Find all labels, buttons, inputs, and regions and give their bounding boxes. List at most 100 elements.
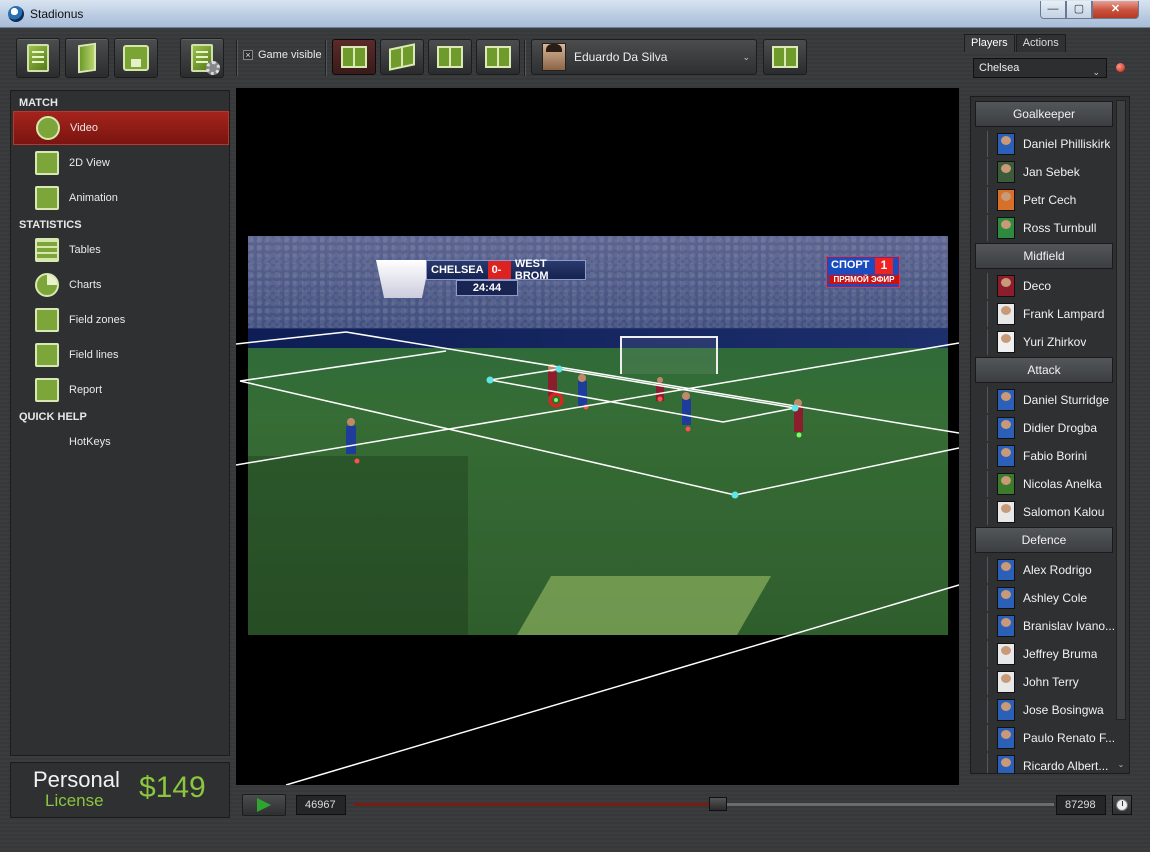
nav-item-report[interactable]: Report	[13, 373, 229, 407]
new-project-button[interactable]	[16, 38, 60, 78]
selected-player-name: Eduardo Da Silva	[574, 50, 668, 64]
start-frame[interactable]: 46967	[296, 795, 346, 815]
player-row[interactable]: Deco	[987, 273, 1115, 299]
end-frame[interactable]: 87298	[1056, 795, 1106, 815]
roster-scrollbar[interactable]	[1116, 100, 1126, 720]
player-row[interactable]: Jose Bosingwa	[987, 697, 1115, 723]
player-row[interactable]: John Terry	[987, 669, 1115, 695]
nav-item-field-lines[interactable]: Field lines	[13, 338, 229, 372]
player-row[interactable]: Daniel Sturridge	[987, 387, 1115, 413]
field-points-tool-button[interactable]	[332, 39, 376, 75]
minimize-button[interactable]: —	[1040, 1, 1066, 19]
player-name: Daniel Sturridge	[1023, 393, 1110, 407]
nav-item-tables[interactable]: Tables	[13, 233, 229, 267]
nav-item-2d-view[interactable]: 2D View	[13, 146, 229, 180]
close-button[interactable]: ✕	[1092, 1, 1139, 19]
player-avatar	[997, 559, 1015, 581]
player-row[interactable]: Daniel Philliskirk	[987, 131, 1115, 157]
video-viewport[interactable]: CHELSEA 0-1 WEST BROM 24:44 СПОРТ 1 ПРЯМ…	[236, 88, 959, 785]
nav-item-video[interactable]: Video	[13, 111, 229, 145]
player-avatar	[542, 43, 566, 71]
scroll-down-icon[interactable]: ⌄	[1116, 760, 1126, 772]
field-rotate-tool-button[interactable]	[380, 39, 424, 75]
nav-item-label: Field zones	[69, 314, 126, 326]
record-indicator-icon[interactable]	[1116, 63, 1125, 72]
toolbar-separator	[325, 40, 326, 76]
field-resize-tool-button[interactable]	[428, 39, 472, 75]
group-header-goalkeeper[interactable]: Goalkeeper	[975, 101, 1113, 127]
nav-item-label: Video	[70, 122, 98, 134]
table-icon	[35, 238, 59, 262]
player-name: Jeffrey Bruma	[1023, 647, 1098, 661]
toolbar-separator	[236, 40, 237, 76]
nav-item-label: Tables	[69, 244, 101, 256]
player-row[interactable]: Didier Drogba	[987, 415, 1115, 441]
player-row[interactable]: Branislav Ivano...	[987, 613, 1115, 639]
right-tabs: Players Actions	[964, 34, 1067, 52]
player-avatar	[997, 699, 1015, 721]
nav-item-field-zones[interactable]: Field zones	[13, 303, 229, 337]
group-header-midfield[interactable]: Midfield	[975, 243, 1113, 269]
player-row[interactable]: Frank Lampard	[987, 301, 1115, 327]
player-avatar	[997, 217, 1015, 239]
player-row[interactable]: Petr Cech	[987, 187, 1115, 213]
save-disk-icon	[123, 45, 149, 71]
player-select-dropdown[interactable]: Eduardo Da Silva ⌄	[531, 39, 757, 75]
nav-section-match: MATCH	[19, 97, 58, 109]
group-header-attack[interactable]: Attack	[975, 357, 1113, 383]
player-row[interactable]: Paulo Renato F...	[987, 725, 1115, 751]
player-avatar	[997, 189, 1015, 211]
player-move-tool-button[interactable]	[476, 39, 520, 75]
nav-item-label: HotKeys	[69, 436, 111, 448]
player-avatar	[997, 303, 1015, 325]
calibration-handle[interactable]	[555, 365, 563, 373]
game-visible-checkbox[interactable]: ×	[243, 50, 253, 60]
play-button[interactable]	[242, 794, 286, 816]
open-project-button[interactable]	[65, 38, 109, 78]
field-line	[734, 447, 959, 496]
player-row[interactable]: Ricardo Albert...	[987, 753, 1115, 773]
chevron-down-icon: ⌄	[742, 52, 750, 62]
player-row[interactable]: Jan Sebek	[987, 159, 1115, 185]
player-row[interactable]: Yuri Zhirkov	[987, 329, 1115, 355]
tab-actions[interactable]: Actions	[1015, 34, 1066, 52]
timeline-track[interactable]	[354, 797, 1054, 811]
player-name: Nicolas Anelka	[1023, 477, 1102, 491]
field-overlay[interactable]	[236, 88, 959, 785]
calibration-handle[interactable]	[731, 491, 739, 499]
calibration-handle[interactable]	[486, 376, 494, 384]
player-name: Paulo Renato F...	[1023, 731, 1115, 745]
player-avatar	[997, 501, 1015, 523]
player-avatar	[997, 755, 1015, 773]
player-row[interactable]: Ashley Cole	[987, 585, 1115, 611]
left-navigation: MATCH Video 2D View Animation STATISTICS…	[10, 90, 230, 756]
timeline-scrubber[interactable]	[709, 797, 727, 811]
group-header-defence[interactable]: Defence	[975, 527, 1113, 553]
player-row[interactable]: Salomon Kalou	[987, 499, 1115, 525]
toolbar-separator	[524, 40, 525, 76]
project-settings-button[interactable]	[180, 38, 224, 78]
player-row[interactable]: Jeffrey Bruma	[987, 641, 1115, 667]
player-row[interactable]: Alex Rodrigo	[987, 557, 1115, 583]
player-row[interactable]: Nicolas Anelka	[987, 471, 1115, 497]
nav-item-charts[interactable]: Charts	[13, 268, 229, 302]
save-project-button[interactable]	[114, 38, 158, 78]
maximize-button[interactable]: ▢	[1066, 1, 1092, 19]
time-mode-button[interactable]	[1112, 795, 1132, 815]
title-bar: Stadionus — ▢ ✕	[0, 0, 1150, 28]
license-banner[interactable]: Personal License $149	[10, 762, 230, 818]
player-row[interactable]: Fabio Borini	[987, 443, 1115, 469]
field-points-icon	[341, 46, 367, 68]
nav-item-hotkeys[interactable]: HotKeys	[13, 425, 229, 459]
nav-item-animation[interactable]: Animation	[13, 181, 229, 215]
player-name: John Terry	[1023, 675, 1079, 689]
player-row[interactable]: Ross Turnbull	[987, 215, 1115, 241]
remove-player-button[interactable]	[763, 39, 807, 75]
chevron-down-icon: ⌄	[1092, 67, 1100, 77]
game-visible-toggle[interactable]: × Game visible	[243, 49, 322, 61]
calibration-handle[interactable]	[791, 404, 799, 412]
field-line	[345, 331, 959, 434]
tab-players[interactable]: Players	[964, 34, 1015, 52]
player-name: Ashley Cole	[1023, 591, 1088, 605]
team-select-dropdown[interactable]: Chelsea ⌄	[973, 58, 1107, 78]
